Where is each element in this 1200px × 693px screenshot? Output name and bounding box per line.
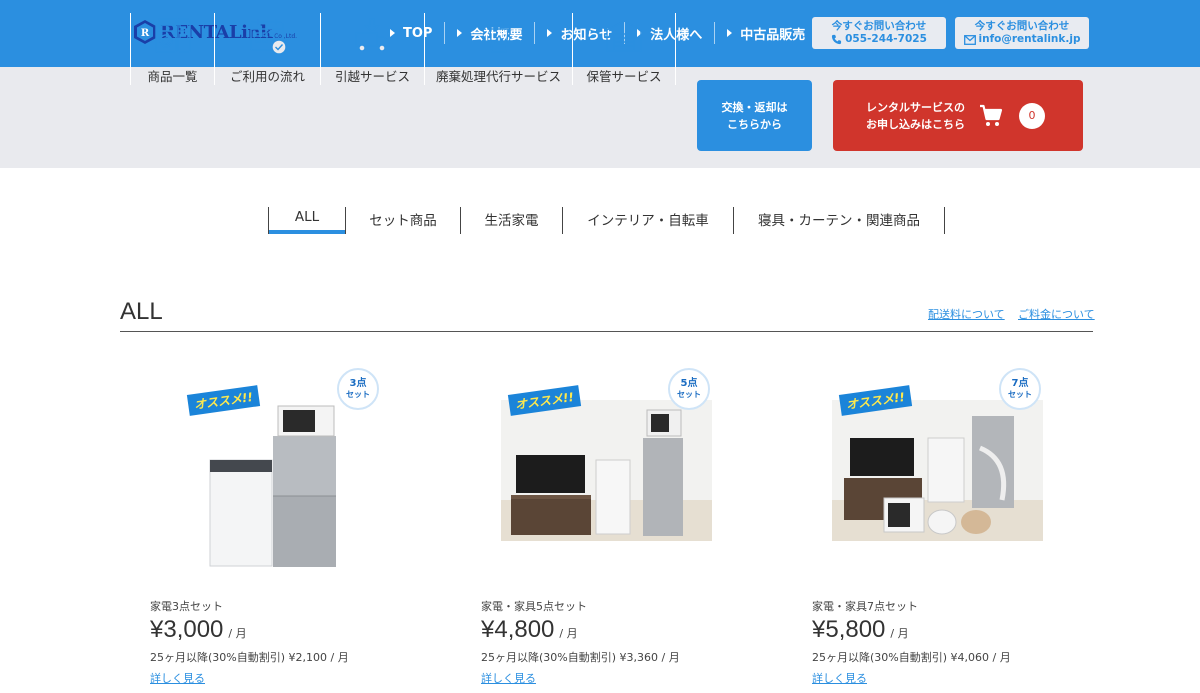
set-count-badge: 3点 セット: [337, 368, 379, 410]
product-name: 家電・家具5点セット: [481, 600, 587, 613]
pricing-link[interactable]: ご料金について: [1018, 306, 1095, 322]
cart-count-badge: 0: [1019, 102, 1045, 129]
product-discount: 25ヶ月以降(30%自動割引) ¥2,100 / 月: [150, 651, 349, 664]
rental-apply-button[interactable]: レンタルサービスの お申し込みはこちら 0: [833, 80, 1083, 151]
set-count-badge: 5点 セット: [668, 368, 710, 410]
product-price: ¥5,800 / 月: [812, 616, 909, 643]
triangle-right-icon: [727, 29, 733, 37]
product-name: 家電・家具7点セット: [812, 600, 918, 613]
service-disposal[interactable]: 廃棄処理代行サービス: [424, 13, 572, 85]
nav-used-sales[interactable]: 中古品販売: [715, 22, 817, 44]
service-storage[interactable]: 保管サービス: [572, 13, 676, 85]
product-detail-link[interactable]: 詳しく見る: [481, 670, 536, 686]
phone-icon: [832, 34, 842, 45]
contact-mail-button[interactable]: 今すぐお問い合わせ info@rentalink.jp: [955, 17, 1089, 49]
tab-all[interactable]: ALL: [268, 207, 345, 234]
moving-truck-icon: [354, 18, 390, 52]
appliances-icon: [154, 18, 191, 53]
product-name: 家電3点セット: [150, 600, 223, 613]
product-price: ¥4,800 / 月: [481, 616, 578, 643]
tab-interior-bicycle[interactable]: インテリア・自転車: [562, 207, 733, 234]
product-detail-link[interactable]: 詳しく見る: [150, 670, 205, 686]
recycle-bin-icon: [486, 20, 511, 53]
mail-icon: [963, 34, 976, 45]
exchange-return-button[interactable]: 交換・返却は こちらから: [697, 80, 812, 151]
product-discount: 25ヶ月以降(30%自動割引) ¥3,360 / 月: [481, 651, 680, 664]
service-moving[interactable]: 引越サービス: [320, 13, 424, 85]
set-count-badge: 7点 セット: [999, 368, 1041, 410]
product-price: ¥3,000 / 月: [150, 616, 247, 643]
cart-icon: [980, 104, 1003, 126]
tab-set-products[interactable]: セット商品: [345, 207, 460, 234]
category-tabs: ALL セット商品 生活家電 インテリア・自転車 寝具・カーテン・関連商品: [268, 207, 945, 234]
contact-phone-button[interactable]: 今すぐお問い合わせ 055-244-7025: [812, 17, 946, 49]
section-title: ALL: [120, 298, 163, 325]
service-flow[interactable]: ご利用の流れ: [214, 13, 320, 85]
product-detail-link[interactable]: 詳しく見る: [812, 670, 867, 686]
storage-icon: [606, 20, 642, 52]
service-products[interactable]: 商品一覧: [130, 13, 214, 85]
section-divider: [120, 331, 1093, 332]
product-discount: 25ヶ月以降(30%自動割引) ¥4,060 / 月: [812, 651, 1011, 664]
tab-appliances[interactable]: 生活家電: [460, 207, 562, 234]
shipping-fee-link[interactable]: 配送料について: [928, 306, 1005, 322]
calendar-icon: [249, 19, 287, 55]
tab-bedding-curtains[interactable]: 寝具・カーテン・関連商品: [733, 207, 945, 234]
